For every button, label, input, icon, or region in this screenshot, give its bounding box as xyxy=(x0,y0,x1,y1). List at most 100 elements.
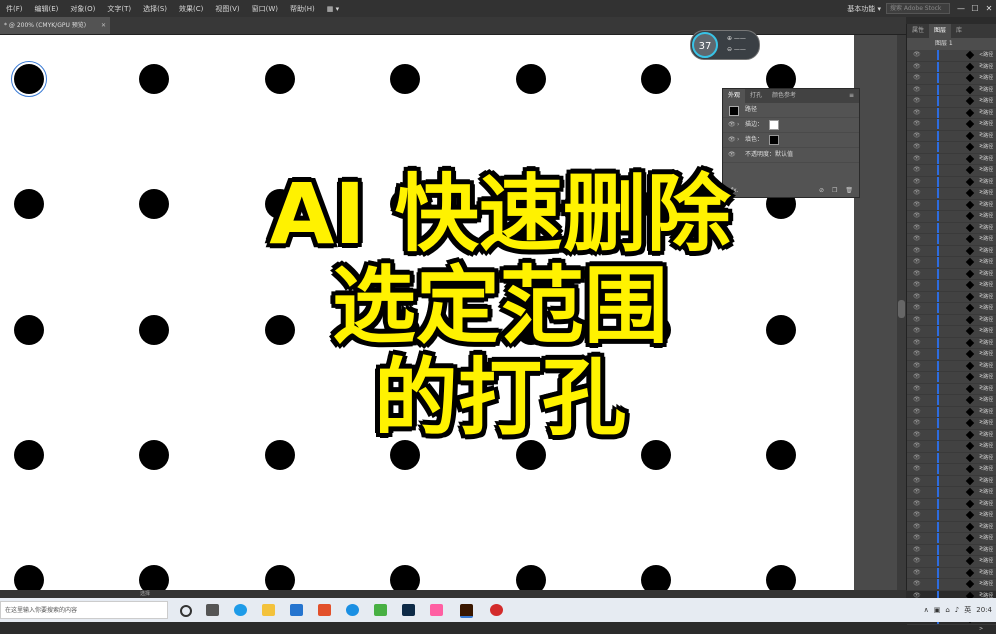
menu-edit[interactable]: 编辑(E) xyxy=(29,4,65,14)
layer-row[interactable]: 👁<路径> xyxy=(907,464,996,482)
perforation-dot[interactable] xyxy=(139,440,169,470)
app-icon[interactable] xyxy=(346,604,359,616)
perforation-dot[interactable] xyxy=(516,64,546,94)
eye-icon[interactable]: 👁 xyxy=(913,464,921,474)
menu-file[interactable]: 件(F) xyxy=(0,4,29,14)
tab-appearance[interactable]: 外观 xyxy=(723,89,746,103)
perforation-dot[interactable] xyxy=(265,64,295,94)
eye-icon[interactable]: 👁 xyxy=(913,131,921,141)
photoshop-icon[interactable] xyxy=(402,604,415,616)
app-icon[interactable] xyxy=(374,604,387,616)
layer-row[interactable]: 👁<路径> xyxy=(907,50,996,68)
eye-icon[interactable]: 👁 xyxy=(913,487,921,497)
layer-row[interactable]: 👁<路径> xyxy=(907,349,996,367)
eye-icon[interactable]: 👁 xyxy=(913,234,921,244)
layer-row[interactable]: 👁<路径> xyxy=(907,314,996,333)
layer-row[interactable]: 👁<路径> xyxy=(907,280,996,298)
layer-row[interactable]: 👁<路径> xyxy=(907,291,996,310)
menu-view[interactable]: 视图(V) xyxy=(209,4,245,14)
layer-row[interactable]: 👁<路径> xyxy=(907,234,996,252)
menu-type[interactable]: 文字(T) xyxy=(101,4,137,14)
office-icon[interactable] xyxy=(318,604,331,616)
tab-color-guide[interactable]: 颜色参考 xyxy=(767,89,801,103)
perforation-dot[interactable] xyxy=(14,565,44,590)
eye-icon[interactable]: 👁 xyxy=(913,361,921,371)
zoom-in-icon[interactable]: ⊕ —— xyxy=(727,35,746,42)
tab-layers[interactable]: 图层 xyxy=(929,24,952,38)
eye-icon[interactable]: 👁 xyxy=(913,384,921,394)
app-icon[interactable] xyxy=(430,604,443,616)
clock[interactable]: 20:4 xyxy=(976,606,992,614)
minimize-button[interactable]: — xyxy=(954,4,968,13)
eye-icon[interactable]: 👁 xyxy=(913,326,921,336)
layer-row[interactable]: 👁<路径> xyxy=(907,418,996,436)
store-icon[interactable] xyxy=(290,604,303,616)
fill-swatch[interactable] xyxy=(768,134,779,145)
eye-icon[interactable]: 👁 xyxy=(913,522,921,532)
taskbar-search-input[interactable]: 在这里输入你要搜索的内容 xyxy=(0,601,168,619)
layer-row[interactable]: 👁<路径> xyxy=(907,360,996,379)
perforation-dot[interactable] xyxy=(390,565,420,590)
layer-row[interactable]: 👁<路径> xyxy=(907,579,996,597)
layer-row[interactable]: 👁<路径> xyxy=(907,119,996,137)
appearance-fill-row[interactable]: 👁 › 填色： xyxy=(723,133,859,148)
perforation-dot[interactable] xyxy=(390,64,420,94)
layer-row[interactable]: 👁<路径> xyxy=(907,498,996,517)
layer-row[interactable]: 👁<路径> xyxy=(907,383,996,402)
layer-row[interactable]: 👁<路径> xyxy=(907,96,996,114)
layer-row[interactable]: 👁<路径> xyxy=(907,153,996,172)
perforation-dot[interactable] xyxy=(265,440,295,470)
layer-row[interactable]: 👁<路径> xyxy=(907,245,996,264)
widgets-icon[interactable] xyxy=(206,604,219,616)
vertical-scrollbar[interactable] xyxy=(897,35,906,590)
perforation-dot[interactable] xyxy=(11,61,47,97)
perforation-dot[interactable] xyxy=(641,64,671,94)
eye-icon[interactable]: 👁 xyxy=(728,133,736,147)
eye-icon[interactable]: 👁 xyxy=(913,257,921,267)
layer-row[interactable]: 👁<路径> xyxy=(907,73,996,91)
layer-row[interactable]: 👁<路径> xyxy=(907,188,996,206)
perforation-dot[interactable] xyxy=(516,565,546,590)
layer-row[interactable]: 👁<路径> xyxy=(907,521,996,540)
layer-row[interactable]: 👁<路径> xyxy=(907,165,996,183)
layer-row[interactable]: 👁<路径> xyxy=(907,199,996,218)
eye-icon[interactable]: 👁 xyxy=(913,453,921,463)
layer-row[interactable]: 👁<路径> xyxy=(907,257,996,275)
task-view-icon[interactable] xyxy=(180,605,192,617)
eye-icon[interactable]: 👁 xyxy=(913,280,921,290)
layer-row[interactable]: 👁<路径> xyxy=(907,222,996,241)
eye-icon[interactable]: 👁 xyxy=(913,407,921,417)
stroke-swatch[interactable] xyxy=(768,119,779,130)
layer-row[interactable]: 👁<路径> xyxy=(907,326,996,344)
eye-icon[interactable]: 👁 xyxy=(913,418,921,428)
eye-icon[interactable]: 👁 xyxy=(913,165,921,175)
perforation-dot[interactable] xyxy=(766,565,796,590)
network-icon[interactable]: ⌂ xyxy=(945,606,949,614)
layer-row[interactable]: 👁<路径> xyxy=(907,372,996,390)
eye-icon[interactable]: 👁 xyxy=(913,73,921,83)
layer-row[interactable]: 👁<路径> xyxy=(907,303,996,321)
zoom-out-icon[interactable]: ⊖ —— xyxy=(727,46,746,53)
eye-icon[interactable]: 👁 xyxy=(913,223,921,233)
illustrator-icon[interactable] xyxy=(460,604,473,618)
eye-icon[interactable]: 👁 xyxy=(913,579,921,589)
eye-icon[interactable]: 👁 xyxy=(913,62,921,72)
menu-object[interactable]: 对象(O) xyxy=(64,4,101,14)
edge-icon[interactable] xyxy=(234,604,247,616)
tab-libraries[interactable]: 库 xyxy=(951,24,967,38)
layer-row[interactable]: 👁<路径> xyxy=(907,61,996,80)
perforation-dot[interactable] xyxy=(14,315,44,345)
document-tab[interactable]: * @ 200% (CMYK/GPU 预览) ✕ xyxy=(0,17,110,34)
eye-icon[interactable]: 👁 xyxy=(913,556,921,566)
menu-select[interactable]: 选择(S) xyxy=(137,4,173,14)
expand-arrow-icon[interactable]: › xyxy=(737,133,739,147)
eye-icon[interactable]: 👁 xyxy=(913,349,921,359)
layer-header[interactable]: 图层 1 xyxy=(907,38,996,50)
perforation-dot[interactable] xyxy=(641,440,671,470)
layer-row[interactable]: 👁<路径> xyxy=(907,107,996,126)
eye-icon[interactable]: 👁 xyxy=(913,142,921,152)
eye-icon[interactable]: 👁 xyxy=(913,85,921,95)
layer-row[interactable]: 👁<路径> xyxy=(907,406,996,425)
arrange-documents-button[interactable]: ▦ ▾ xyxy=(321,5,345,13)
eye-icon[interactable]: 👁 xyxy=(913,269,921,279)
